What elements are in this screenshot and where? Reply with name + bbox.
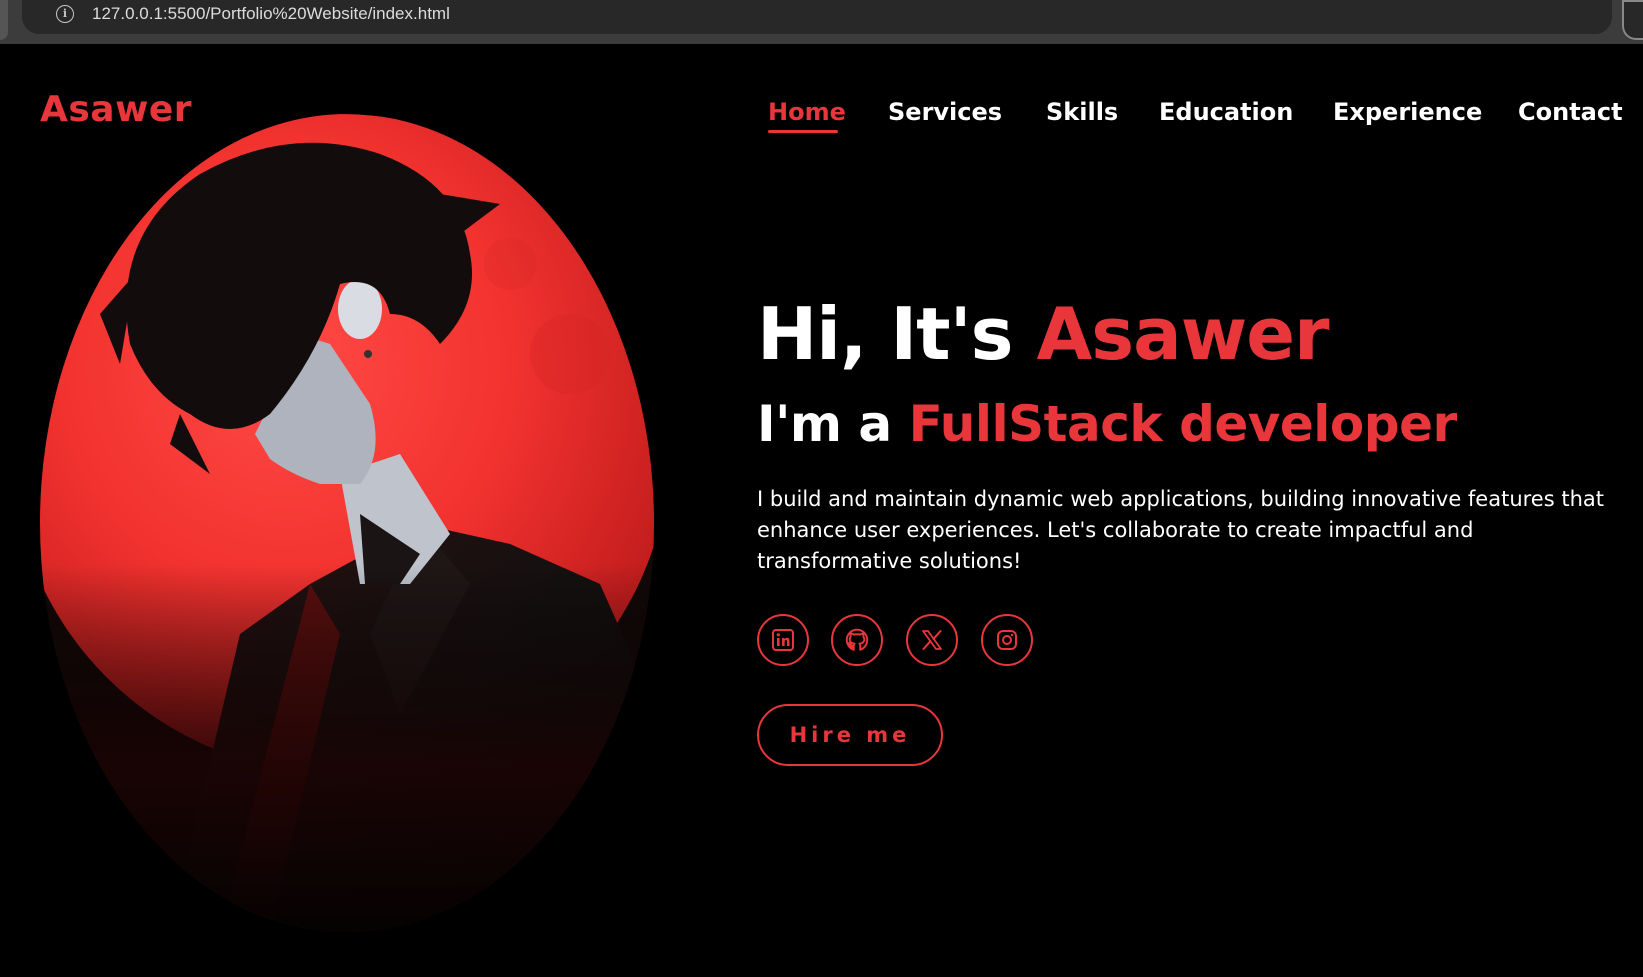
hero-role: I'm a FullStack developer xyxy=(757,395,1457,453)
nav-contact[interactable]: Contact xyxy=(1518,98,1623,126)
github-icon xyxy=(845,628,869,651)
hero-portrait-image xyxy=(40,114,654,932)
nav-home[interactable]: Home xyxy=(768,98,846,126)
nav-experience[interactable]: Experience xyxy=(1333,98,1482,126)
hero-name: Asawer xyxy=(1036,292,1330,376)
github-link[interactable] xyxy=(831,614,883,666)
instagram-link[interactable] xyxy=(981,614,1033,666)
browser-tab-edge xyxy=(0,0,8,40)
nav-services[interactable]: Services xyxy=(888,98,1002,126)
nav-active-underline xyxy=(768,130,838,133)
nav-education[interactable]: Education xyxy=(1159,98,1293,126)
greeting-text: Hi, It's xyxy=(757,292,1013,376)
hero-greeting: Hi, It's Asawer xyxy=(757,292,1330,376)
linkedin-link[interactable] xyxy=(757,614,809,666)
portrait-illustration xyxy=(40,114,654,932)
x-icon xyxy=(922,630,942,650)
role-prefix: I'm a xyxy=(757,395,892,453)
browser-address-bar: i 127.0.0.1:5500/Portfolio%20Website/ind… xyxy=(0,0,1643,44)
site-info-icon[interactable]: i xyxy=(56,5,74,23)
x-twitter-link[interactable] xyxy=(906,614,958,666)
url-text[interactable]: 127.0.0.1:5500/Portfolio%20Website/index… xyxy=(92,4,450,24)
url-bar[interactable]: i 127.0.0.1:5500/Portfolio%20Website/ind… xyxy=(22,0,1612,34)
instagram-icon xyxy=(997,630,1017,650)
hero-description: I build and maintain dynamic web applica… xyxy=(757,487,1604,573)
site-logo[interactable]: Asawer xyxy=(40,89,192,130)
browser-profile-button[interactable] xyxy=(1622,0,1643,40)
role-title: FullStack developer xyxy=(908,395,1458,453)
hire-me-button[interactable]: Hire me xyxy=(757,704,943,766)
linkedin-icon xyxy=(772,629,794,651)
nav-skills[interactable]: Skills xyxy=(1046,98,1118,126)
